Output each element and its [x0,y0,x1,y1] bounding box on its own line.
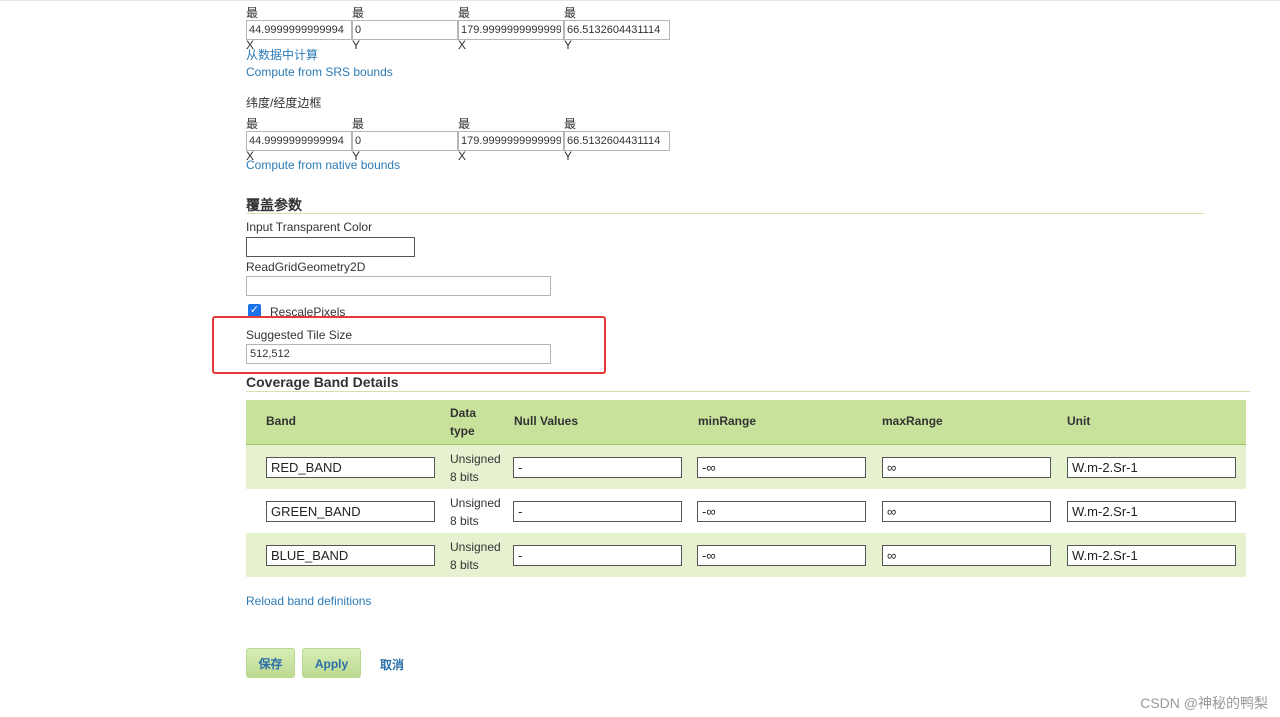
band-details-rule [246,391,1250,392]
compute-from-native-link[interactable]: Compute from native bounds [246,158,400,172]
coverage-params-rule [246,213,1204,214]
band-max-input[interactable] [882,457,1051,478]
band-data-type-1: Unsigned [450,496,501,510]
band-name-input[interactable] [266,545,435,566]
band-header-datatype-1: Data [450,406,477,420]
native-maxx-input[interactable] [458,20,564,40]
save-button[interactable]: 保存 [246,648,295,678]
band-min-input[interactable] [697,545,866,566]
read-grid-input[interactable] [246,276,551,296]
band-unit-input[interactable] [1067,501,1236,522]
band-max-input[interactable] [882,545,1051,566]
band-data-type: Unsigned 8 bits [450,450,510,486]
band-name-input[interactable] [266,457,435,478]
watermark: CSDN @神秘的鸭梨 [1140,695,1268,711]
native-minx-input[interactable] [246,20,352,40]
latlon-maxy-input[interactable] [564,131,670,151]
band-data-type-2: 8 bits [450,558,479,572]
table-row: Unsigned 8 bits [246,533,1246,577]
band-header-unit: Unit [1067,414,1091,428]
cancel-link[interactable]: 取消 [380,656,404,673]
band-data-type-2: 8 bits [450,514,479,528]
band-min-input[interactable] [697,457,866,478]
native-maxy-input[interactable] [564,20,670,40]
band-name-input[interactable] [266,501,435,522]
read-grid-label: ReadGridGeometry2D [246,260,366,274]
band-table: Band Data type Null Values minRange maxR… [246,400,1246,577]
band-min-input[interactable] [697,501,866,522]
band-table-header: Band Data type Null Values minRange maxR… [246,400,1246,445]
transparent-color-label: Input Transparent Color [246,220,373,234]
coverage-params-title: 覆盖参数 [246,197,302,213]
band-data-type: Unsigned 8 bits [450,494,510,530]
band-data-type-1: Unsigned [450,452,501,466]
apply-button[interactable]: Apply [302,648,361,678]
reload-band-definitions-link[interactable]: Reload band definitions [246,594,371,608]
latlon-bbox-title: 纬度/经度边框 [246,96,322,110]
band-null-input[interactable] [513,545,682,566]
band-null-input[interactable] [513,457,682,478]
band-header-band: Band [266,414,296,428]
native-miny-input[interactable] [352,20,458,40]
band-data-type-1: Unsigned [450,540,501,554]
band-null-input[interactable] [513,501,682,522]
table-row: Unsigned 8 bits [246,445,1246,489]
transparent-color-input[interactable] [246,237,415,257]
band-max-input[interactable] [882,501,1051,522]
band-header-datatype-2: type [450,424,475,438]
top-divider [0,0,1280,1]
band-unit-input[interactable] [1067,457,1236,478]
band-unit-input[interactable] [1067,545,1236,566]
band-header-min-range: minRange [698,414,757,428]
band-header-null-values: Null Values [514,414,579,428]
compute-from-srs-link[interactable]: Compute from SRS bounds [246,65,393,79]
band-data-type: Unsigned 8 bits [450,538,510,574]
latlon-minx-input[interactable] [246,131,352,151]
table-row: Unsigned 8 bits [246,489,1246,533]
band-header-max-range: maxRange [882,414,943,428]
compute-from-data-link[interactable]: 从数据中计算 [246,46,318,63]
band-data-type-2: 8 bits [450,470,479,484]
band-details-title: Coverage Band Details [246,374,399,390]
latlon-miny-input[interactable] [352,131,458,151]
tile-size-highlight [212,316,606,374]
latlon-maxx-input[interactable] [458,131,564,151]
page: 最小 X 最小 Y 最大 X 最大 Y 从数据中计算 Compute from … [0,0,1280,717]
